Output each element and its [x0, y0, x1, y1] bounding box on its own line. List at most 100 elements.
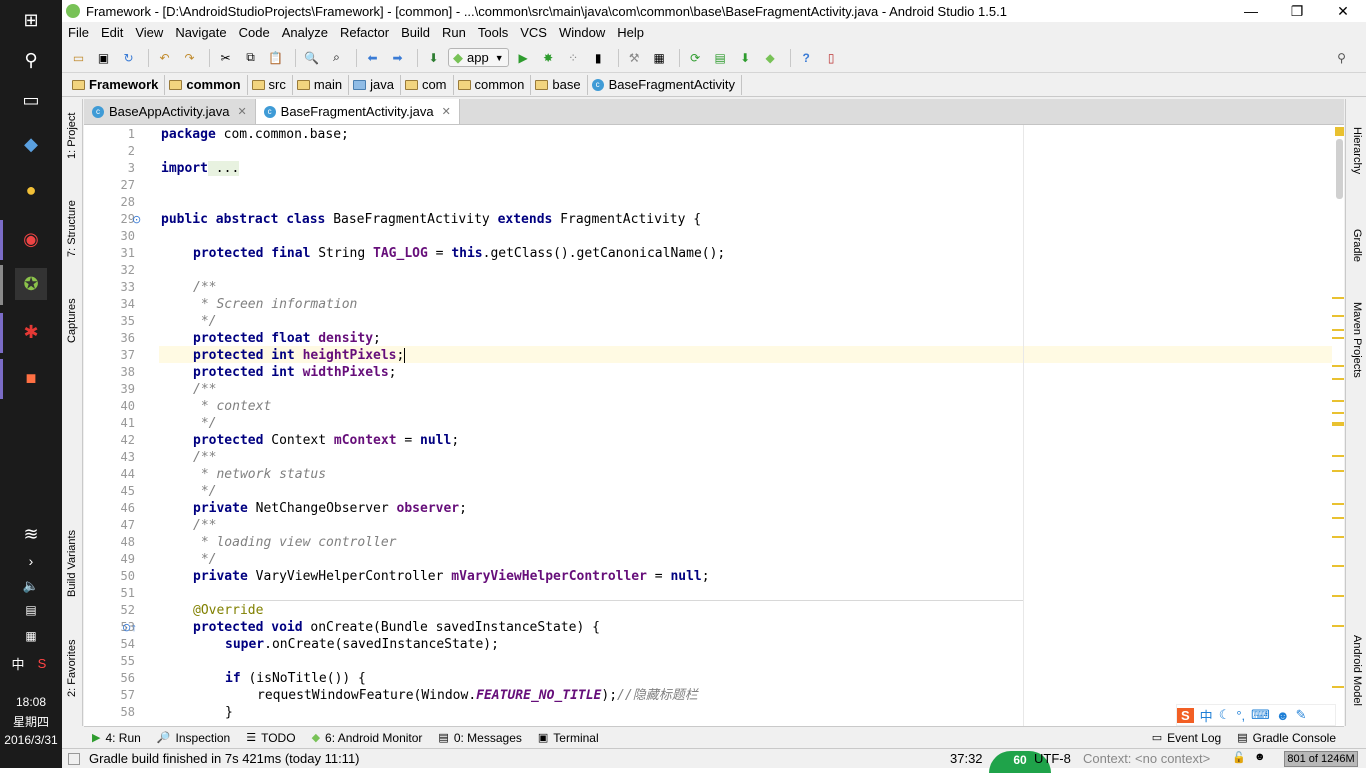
tool-event-log[interactable]: ▭ Event Log [1144, 731, 1229, 745]
project-structure-icon[interactable]: ▦ [649, 48, 670, 68]
menu-build[interactable]: Build [395, 25, 436, 40]
crumb-java[interactable]: java [349, 74, 401, 95]
tip-icon[interactable]: ▯ [821, 48, 842, 68]
tool-android-model[interactable]: Android Model [1351, 635, 1363, 706]
menu-analyze[interactable]: Analyze [276, 25, 334, 40]
caret-position[interactable]: 37:32 [950, 751, 983, 766]
save-icon[interactable]: ▣ [93, 48, 114, 68]
tool-todo[interactable]: ☰ TODO [238, 731, 303, 745]
undo-icon[interactable]: ↶ [154, 48, 175, 68]
tool-favorites[interactable]: 2: Favorites [66, 640, 78, 697]
crumb-class[interactable]: c BaseFragmentActivity [588, 74, 742, 95]
scroll-thumb[interactable] [1336, 139, 1343, 199]
crumb-main[interactable]: main [293, 74, 350, 95]
red-app-icon[interactable]: ✱ [15, 316, 47, 348]
editor-scrollbar[interactable] [1332, 125, 1344, 726]
ime-toolbar[interactable]: S 中 ☾ °, ⌨ ☻ ✎ [1176, 704, 1336, 726]
run-config-select[interactable]: ◆ app ▼ [448, 48, 509, 67]
crumb-src[interactable]: src [248, 74, 293, 95]
close-tab-icon[interactable]: ✕ [237, 105, 246, 118]
crumb-base[interactable]: base [531, 74, 588, 95]
make-project-icon[interactable]: ⬇ [423, 48, 444, 68]
tool-build-variants[interactable]: Build Variants [66, 530, 78, 597]
menu-navigate[interactable]: Navigate [169, 25, 232, 40]
attach-debugger-icon[interactable]: ▮ [588, 48, 609, 68]
toggle-tool-windows-icon[interactable] [68, 753, 80, 765]
tool-run[interactable]: ▶ 4: Run [84, 731, 149, 745]
menu-file[interactable]: File [62, 25, 95, 40]
back-icon[interactable]: ⬅ [362, 48, 383, 68]
copy-icon[interactable]: ⧉ [240, 48, 261, 68]
task-view-icon[interactable]: ▭ [15, 84, 47, 116]
debug-icon[interactable]: ✸ [538, 48, 559, 68]
menu-vcs[interactable]: VCS [514, 25, 553, 40]
android-device-monitor-icon[interactable]: ◆ [760, 48, 781, 68]
redo-icon[interactable]: ↷ [179, 48, 200, 68]
menu-code[interactable]: Code [233, 25, 276, 40]
tab-base-app-activity[interactable]: c BaseAppActivity.java ✕ [84, 99, 255, 124]
menu-window[interactable]: Window [553, 25, 611, 40]
code-editor[interactable]: package com.common.base; import ... publ… [159, 125, 1332, 726]
file-encoding[interactable]: UTF-8 [1034, 751, 1071, 766]
line-number-gutter[interactable]: 1 2 3 27 28 29 30 31 32 33 34 35 36 37 3… [84, 125, 159, 726]
chrome-icon[interactable]: ◉ [15, 223, 47, 255]
find-icon[interactable]: 🔍 [301, 48, 322, 68]
tool-captures[interactable]: Captures [66, 298, 78, 343]
status-bar: Gradle build finished in 7s 421ms (today… [62, 748, 1366, 773]
title-bar: Framework - [D:\AndroidStudioProjects\Fr… [62, 0, 1366, 22]
help-icon[interactable]: ? [796, 48, 817, 68]
crumb-com[interactable]: com [401, 74, 454, 95]
avd-manager-icon[interactable]: ▤ [710, 48, 731, 68]
coverage-icon[interactable]: ⁘ [563, 48, 584, 68]
menu-refactor[interactable]: Refactor [334, 25, 395, 40]
punctuation-icon: °, [1236, 707, 1246, 723]
tab-base-fragment-activity[interactable]: c BaseFragmentActivity.java ✕ [254, 99, 460, 124]
dolphin-app-icon[interactable]: ◆ [15, 128, 47, 160]
search-everywhere-icon[interactable]: ⚲ [1331, 48, 1352, 68]
crumb-common[interactable]: common [165, 74, 248, 95]
override-marker-icon[interactable]: ⊙ [132, 213, 141, 226]
minimize-button[interactable]: — [1228, 0, 1274, 22]
open-icon[interactable]: ▭ [68, 48, 89, 68]
context-indicator: Context: <no context> [1083, 751, 1211, 766]
sync-icon[interactable]: ↻ [118, 48, 139, 68]
menu-tools[interactable]: Tools [472, 25, 514, 40]
search-icon[interactable]: ⚲ [15, 44, 47, 76]
memory-indicator[interactable]: 801 of 1246M [1284, 751, 1358, 767]
paste-icon[interactable]: 📋 [265, 48, 286, 68]
tool-structure[interactable]: 7: Structure [66, 200, 78, 257]
override-marker-icon[interactable]: ⊙↑ [122, 621, 137, 634]
sogou-icon[interactable]: S [26, 647, 58, 679]
tool-maven-projects[interactable]: Maven Projects [1351, 302, 1363, 378]
android-studio-icon[interactable]: ✪ [15, 268, 47, 300]
forward-icon[interactable]: ➡ [387, 48, 408, 68]
sdk-manager-icon[interactable]: ⬇ [735, 48, 756, 68]
close-button[interactable]: ✕ [1320, 0, 1366, 22]
inspector-icon[interactable]: ☻ [1254, 751, 1266, 763]
cut-icon[interactable]: ✂ [215, 48, 236, 68]
menu-edit[interactable]: Edit [95, 25, 129, 40]
replace-icon[interactable]: ⌕ [326, 48, 347, 68]
menu-help[interactable]: Help [611, 25, 650, 40]
tool-gradle[interactable]: Gradle [1351, 229, 1363, 262]
tool-terminal[interactable]: ▣ Terminal [530, 731, 607, 745]
office-app-icon[interactable]: ■ [15, 362, 47, 394]
qq-app-icon[interactable]: ● [15, 174, 47, 206]
tool-android-monitor[interactable]: ◆ 6: Android Monitor [304, 731, 431, 745]
gradle-sync-icon[interactable]: ⟳ [685, 48, 706, 68]
tool-hierarchy[interactable]: Hierarchy [1351, 127, 1363, 174]
menu-view[interactable]: View [129, 25, 169, 40]
close-tab-icon[interactable]: ✕ [442, 105, 451, 118]
tool-messages[interactable]: ▤ 0: Messages [430, 731, 529, 745]
maximize-button[interactable]: ❐ [1274, 0, 1320, 22]
tool-gradle-console[interactable]: ▤ Gradle Console [1229, 731, 1344, 745]
tool-project[interactable]: 1: Project [66, 113, 78, 159]
settings-icon[interactable]: ⚒ [624, 48, 645, 68]
crumb-common-pkg[interactable]: common [454, 74, 532, 95]
crumb-framework[interactable]: Framework [68, 74, 166, 95]
lock-icon[interactable]: 🔓 [1232, 751, 1246, 764]
menu-run[interactable]: Run [436, 25, 472, 40]
run-icon[interactable]: ▶ [513, 48, 534, 68]
start-icon[interactable]: ⊞ [15, 4, 47, 36]
tool-inspection[interactable]: 🔎 Inspection [149, 731, 238, 745]
